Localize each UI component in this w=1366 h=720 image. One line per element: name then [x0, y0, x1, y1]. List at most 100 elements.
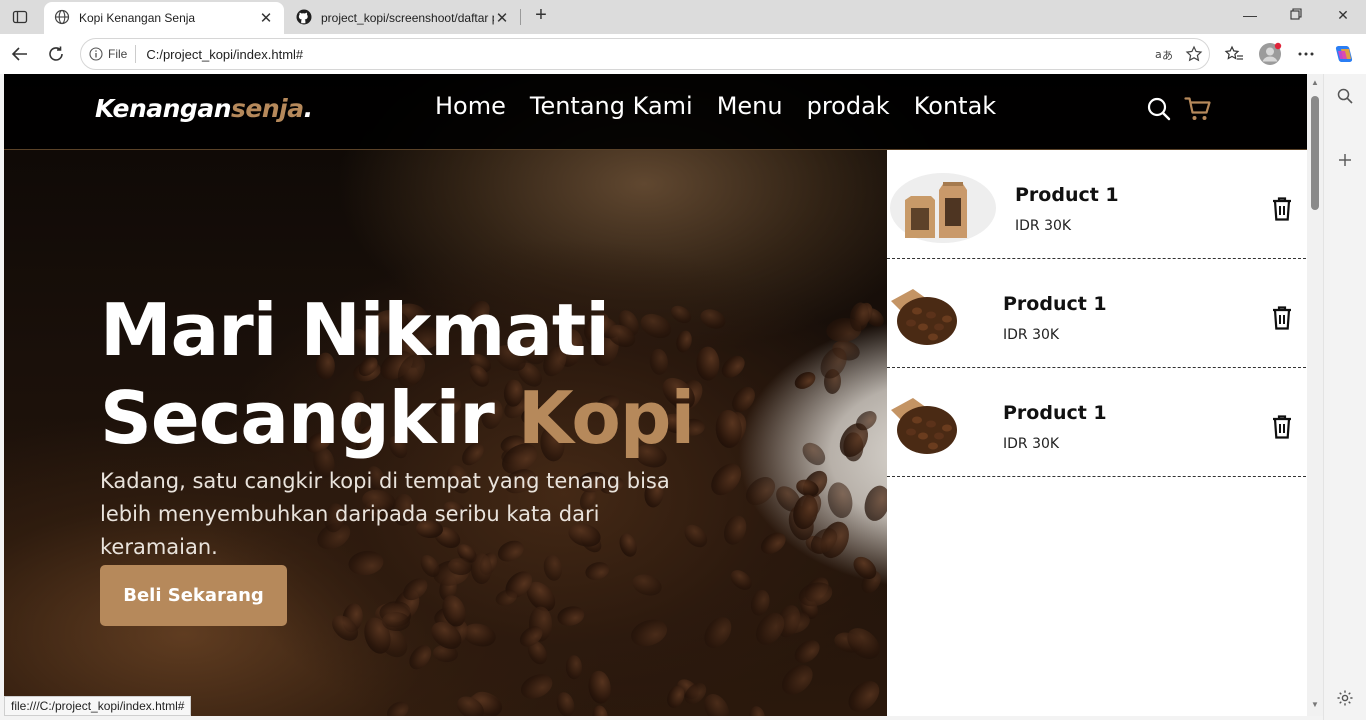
site-logo[interactable]: Kenangansenja. — [95, 94, 313, 123]
coffee-bean — [717, 351, 750, 383]
coffee-bean — [555, 604, 586, 629]
browser-toolbar: File C:/project_kopi/index.html# aあ — [0, 34, 1366, 74]
page-viewport: Kenangansenja. Home Tentang Kami Menu pr… — [4, 74, 1307, 716]
hero-title-accent: Kopi — [517, 376, 695, 460]
coffee-bean — [841, 622, 886, 666]
coffee-bean — [630, 571, 665, 600]
add-icon[interactable] — [1334, 149, 1356, 171]
coffee-bean — [789, 634, 824, 668]
refresh-icon[interactable] — [44, 42, 68, 66]
cart-item: Product 1 IDR 30K — [887, 368, 1306, 477]
back-icon[interactable] — [8, 42, 32, 66]
close-window-icon[interactable]: ✕ — [1333, 7, 1353, 27]
coffee-beans-bag-image — [891, 289, 957, 345]
coffee-bean — [553, 690, 577, 716]
svg-text:a: a — [1155, 48, 1162, 61]
coffee-bag-image — [890, 173, 996, 243]
minimize-icon[interactable]: — — [1240, 7, 1260, 27]
tab-separator — [520, 9, 521, 25]
search-icon[interactable] — [1334, 85, 1356, 107]
coffee-bean — [517, 669, 557, 704]
favorites-icon[interactable] — [1222, 42, 1246, 66]
new-tab-icon[interactable]: + — [530, 5, 552, 27]
page-scrollbar[interactable]: ▲ ▼ — [1307, 74, 1323, 716]
coffee-bean — [824, 480, 856, 521]
cart-item-price: IDR 30K — [1003, 327, 1060, 343]
hero-title: Mari Nikmati Secangkir Kopi — [100, 286, 695, 462]
scroll-up-icon[interactable]: ▲ — [1310, 78, 1320, 88]
profile-avatar-icon[interactable] — [1258, 42, 1282, 66]
logo-accent-text: senja — [231, 94, 304, 123]
favorite-star-icon[interactable] — [1179, 45, 1209, 63]
coffee-bean — [591, 704, 610, 716]
coffee-bean — [695, 346, 720, 381]
coffee-bean — [842, 674, 886, 716]
hero-title-line1: Mari Nikmati — [100, 288, 610, 372]
logo-dot: . — [303, 94, 314, 123]
beli-sekarang-button[interactable]: Beli Sekarang — [100, 565, 287, 626]
browser-tab-bar: Kopi Kenangan Senja ✕ project_kopi/scree… — [0, 0, 1366, 34]
copilot-icon[interactable] — [1332, 42, 1356, 66]
info-icon — [89, 47, 103, 61]
coffee-bean — [726, 565, 756, 594]
address-bar[interactable]: File C:/project_kopi/index.html# aあ — [80, 38, 1210, 70]
tab-github-project[interactable]: project_kopi/screenshoot/daftar p ✕ — [286, 2, 520, 34]
cart-item-price: IDR 30K — [1015, 218, 1072, 234]
nav-home[interactable]: Home — [435, 92, 506, 120]
hero-description: Kadang, satu cangkir kopi di tempat yang… — [100, 469, 670, 559]
coffee-bean — [720, 512, 751, 549]
coffee-bean — [627, 614, 671, 651]
close-tab-icon[interactable]: ✕ — [258, 9, 274, 27]
coffee-bean — [404, 641, 436, 674]
scrollbar-thumb[interactable] — [1311, 96, 1319, 210]
restore-icon[interactable] — [1286, 7, 1306, 27]
coffee-bean — [383, 697, 412, 716]
nav-kontak[interactable]: Kontak — [914, 92, 996, 120]
cart-item-name: Product 1 — [1015, 184, 1119, 206]
coffee-bean — [791, 368, 818, 392]
nav-tentang-kami[interactable]: Tentang Kami — [530, 92, 693, 120]
coffee-bean — [757, 528, 790, 559]
site-navbar: Kenangansenja. Home Tentang Kami Menu pr… — [4, 74, 1307, 150]
coffee-bean — [798, 438, 830, 470]
settings-gear-icon[interactable] — [1334, 687, 1356, 709]
nav-prodak[interactable]: prodak — [807, 92, 890, 120]
cart-item: Product 1 IDR 30K — [887, 150, 1306, 259]
coffee-bean — [740, 471, 781, 511]
coffee-bean — [747, 705, 767, 716]
globe-icon — [54, 9, 70, 28]
nav-menu[interactable]: Menu — [717, 92, 783, 120]
scroll-down-icon[interactable]: ▼ — [1310, 700, 1320, 710]
shopping-cart-panel: Product 1 IDR 30K Product 1 IDR 30K Prod… — [887, 150, 1307, 716]
logo-text: Kenangan — [95, 94, 232, 123]
search-icon[interactable] — [1146, 96, 1172, 122]
trash-icon[interactable] — [1270, 305, 1294, 331]
trash-icon[interactable] — [1270, 196, 1294, 222]
tab-title: project_kopi/screenshoot/daftar p — [321, 11, 494, 25]
trash-icon[interactable] — [1270, 414, 1294, 440]
coffee-bean — [381, 611, 411, 632]
url-text[interactable]: C:/project_kopi/index.html# — [146, 47, 1149, 62]
coffee-bean — [586, 669, 613, 705]
cart-item: Product 1 IDR 30K — [887, 259, 1306, 368]
svg-text:あ: あ — [1162, 49, 1173, 61]
site-info-button[interactable]: File — [89, 45, 137, 63]
status-bar-url: file:///C:/project_kopi/index.html# — [4, 696, 192, 716]
cart-item-price: IDR 30K — [1003, 436, 1060, 452]
coffee-bean — [565, 655, 582, 679]
close-tab-icon[interactable]: ✕ — [494, 9, 510, 27]
coffee-bean — [776, 659, 819, 701]
tab-title: Kopi Kenangan Senja — [79, 11, 196, 25]
read-aloud-icon[interactable]: aあ — [1149, 47, 1179, 61]
shopping-cart-icon[interactable] — [1184, 96, 1211, 122]
tab-actions-icon[interactable] — [8, 6, 32, 28]
file-badge: File — [108, 47, 128, 61]
nav-links: Home Tentang Kami Menu prodak Kontak — [435, 92, 996, 120]
cart-item-name: Product 1 — [1003, 293, 1107, 315]
more-menu-icon[interactable] — [1294, 42, 1318, 66]
coffee-beans-bag-image — [891, 398, 957, 454]
hero-title-line2: Secangkir — [100, 376, 495, 460]
edge-sidebar — [1323, 74, 1366, 720]
tab-kopi-kenangan-senja[interactable]: Kopi Kenangan Senja ✕ — [44, 2, 284, 34]
coffee-bean — [698, 611, 737, 653]
